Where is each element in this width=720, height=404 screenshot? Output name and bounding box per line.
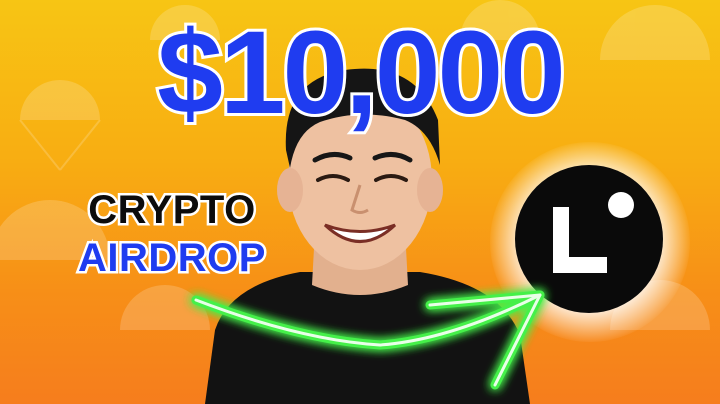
curved-arrow-icon [191,290,545,390]
video-thumbnail[interactable]: $10,000 CRYPTO AIRDROP [0,0,720,404]
